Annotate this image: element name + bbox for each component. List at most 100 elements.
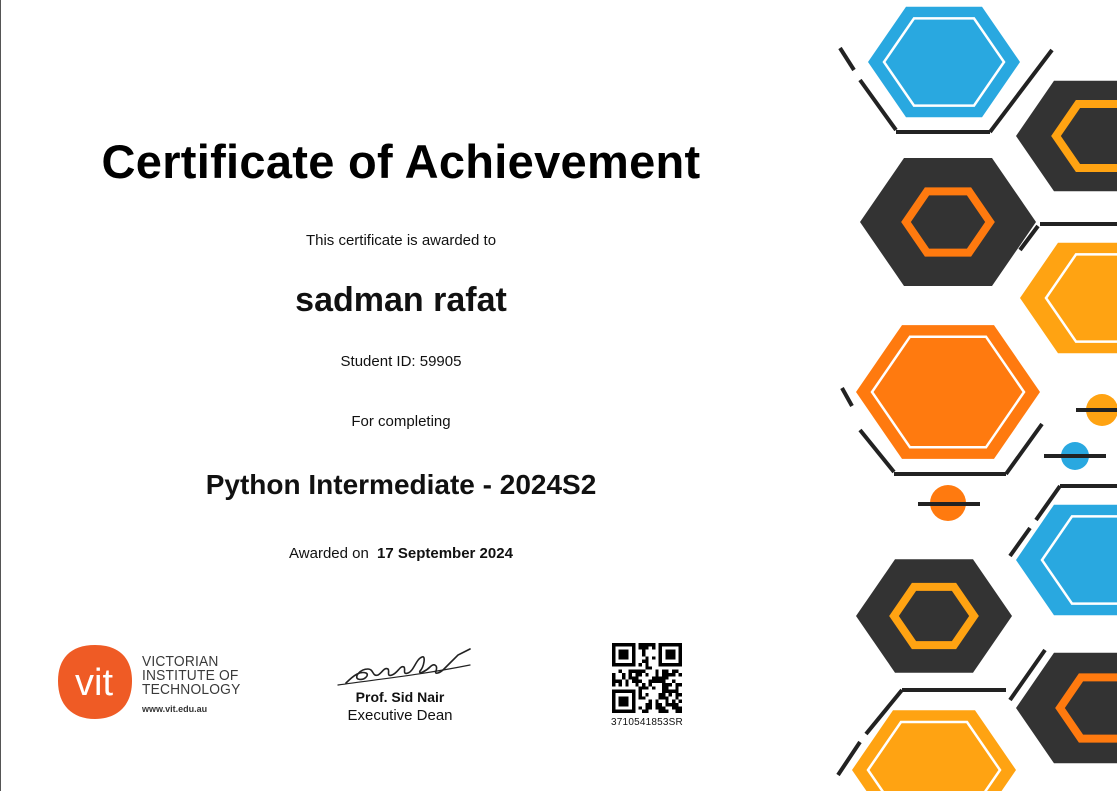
qr-module bbox=[655, 669, 659, 673]
qr-module bbox=[662, 683, 666, 687]
institution-url: www.vit.edu.au bbox=[142, 704, 208, 714]
qr-module bbox=[642, 646, 646, 650]
qr-module bbox=[672, 669, 676, 673]
qr-module bbox=[658, 706, 662, 710]
qr-module bbox=[678, 706, 682, 710]
qr-module bbox=[628, 676, 632, 680]
qr-module bbox=[612, 673, 616, 677]
qr-module bbox=[665, 709, 669, 713]
qr-module bbox=[665, 696, 669, 700]
qr-module bbox=[618, 669, 622, 673]
qr-module bbox=[638, 693, 642, 697]
hexagon-amber bbox=[1020, 242, 1117, 354]
signature-block: Prof. Sid Nair Executive Dean bbox=[300, 645, 500, 724]
hexagon-dark bbox=[1016, 80, 1117, 192]
qr-module bbox=[662, 679, 666, 683]
verification-code: 3710541853SR bbox=[611, 717, 683, 728]
qr-module bbox=[668, 673, 672, 677]
signature-image bbox=[337, 648, 471, 686]
qr-module bbox=[662, 693, 666, 697]
qr-module bbox=[638, 643, 642, 647]
qr-module bbox=[675, 693, 679, 697]
qr-module bbox=[662, 706, 666, 710]
qr-module bbox=[655, 673, 659, 677]
qr-module bbox=[658, 693, 662, 697]
qr-module bbox=[638, 646, 642, 650]
qr-module bbox=[648, 643, 652, 647]
awarded-on-label: Awarded on bbox=[289, 545, 369, 562]
qr-module bbox=[672, 703, 676, 707]
hexagon-dark bbox=[856, 559, 1012, 673]
qr-module bbox=[642, 659, 646, 663]
qr-module bbox=[655, 676, 659, 680]
qr-module bbox=[642, 696, 646, 700]
qr-module bbox=[678, 683, 682, 687]
qr-module bbox=[625, 683, 629, 687]
qr-module bbox=[675, 706, 679, 710]
qr-module bbox=[642, 649, 646, 653]
qr-module bbox=[612, 676, 616, 680]
qr-module bbox=[678, 673, 682, 677]
qr-module bbox=[632, 669, 636, 673]
qr-finder-core bbox=[618, 696, 629, 707]
qr-module bbox=[638, 669, 642, 673]
qr-module bbox=[645, 686, 649, 690]
deco-stroke bbox=[838, 46, 856, 72]
qr-module bbox=[618, 683, 622, 687]
qr-module bbox=[645, 693, 649, 697]
qr-module bbox=[642, 653, 646, 657]
qr-module bbox=[658, 696, 662, 700]
qr-module bbox=[658, 676, 662, 680]
qr-code-icon bbox=[612, 643, 682, 713]
qr-module bbox=[628, 669, 632, 673]
qr-module bbox=[612, 683, 616, 687]
qr-module bbox=[665, 676, 669, 680]
qr-module bbox=[662, 673, 666, 677]
qr-module bbox=[675, 709, 679, 713]
qr-module bbox=[668, 689, 672, 693]
student-id: Student ID: 59905 bbox=[340, 353, 462, 370]
qr-module bbox=[645, 643, 649, 647]
qr-module bbox=[652, 656, 656, 660]
qr-module bbox=[652, 646, 656, 650]
hexagon-blue bbox=[1016, 504, 1117, 616]
qr-module bbox=[655, 706, 659, 710]
qr-finder-core bbox=[665, 649, 676, 660]
qr-module bbox=[645, 659, 649, 663]
qr-module bbox=[665, 669, 669, 673]
qr-module bbox=[622, 673, 626, 677]
qr-module bbox=[655, 699, 659, 703]
qr-module bbox=[658, 679, 662, 683]
qr-module bbox=[642, 683, 646, 687]
qr-module bbox=[612, 679, 616, 683]
deco-stroke bbox=[840, 387, 854, 407]
qr-module bbox=[632, 676, 636, 680]
qr-module bbox=[618, 679, 622, 683]
institution-name-line3: TECHNOLOGY bbox=[142, 681, 241, 698]
qr-module bbox=[635, 669, 639, 673]
qr-module bbox=[658, 703, 662, 707]
qr-module bbox=[652, 643, 656, 647]
qr-module bbox=[662, 686, 666, 690]
qr-module bbox=[675, 686, 679, 690]
awarded-to-text: This certificate is awarded to bbox=[305, 232, 497, 249]
qr-module bbox=[638, 689, 642, 693]
qr-module bbox=[662, 676, 666, 680]
qr-module bbox=[645, 646, 649, 650]
qr-module bbox=[675, 669, 679, 673]
qr-module bbox=[635, 683, 639, 687]
award-date: 17 September 2024 bbox=[377, 545, 513, 562]
qr-module bbox=[665, 683, 669, 687]
qr-module bbox=[662, 696, 666, 700]
qr-module bbox=[675, 683, 679, 687]
qr-module bbox=[632, 679, 636, 683]
qr-module bbox=[648, 679, 652, 683]
qr-module bbox=[672, 706, 676, 710]
awarded-on: Awarded on 17 September 2024 bbox=[0, 545, 802, 562]
qr-module bbox=[648, 683, 652, 687]
qr-module bbox=[675, 689, 679, 693]
qr-module bbox=[638, 679, 642, 683]
qr-module bbox=[678, 693, 682, 697]
hexagon-decoration bbox=[836, 6, 1117, 791]
qr-module bbox=[645, 656, 649, 660]
